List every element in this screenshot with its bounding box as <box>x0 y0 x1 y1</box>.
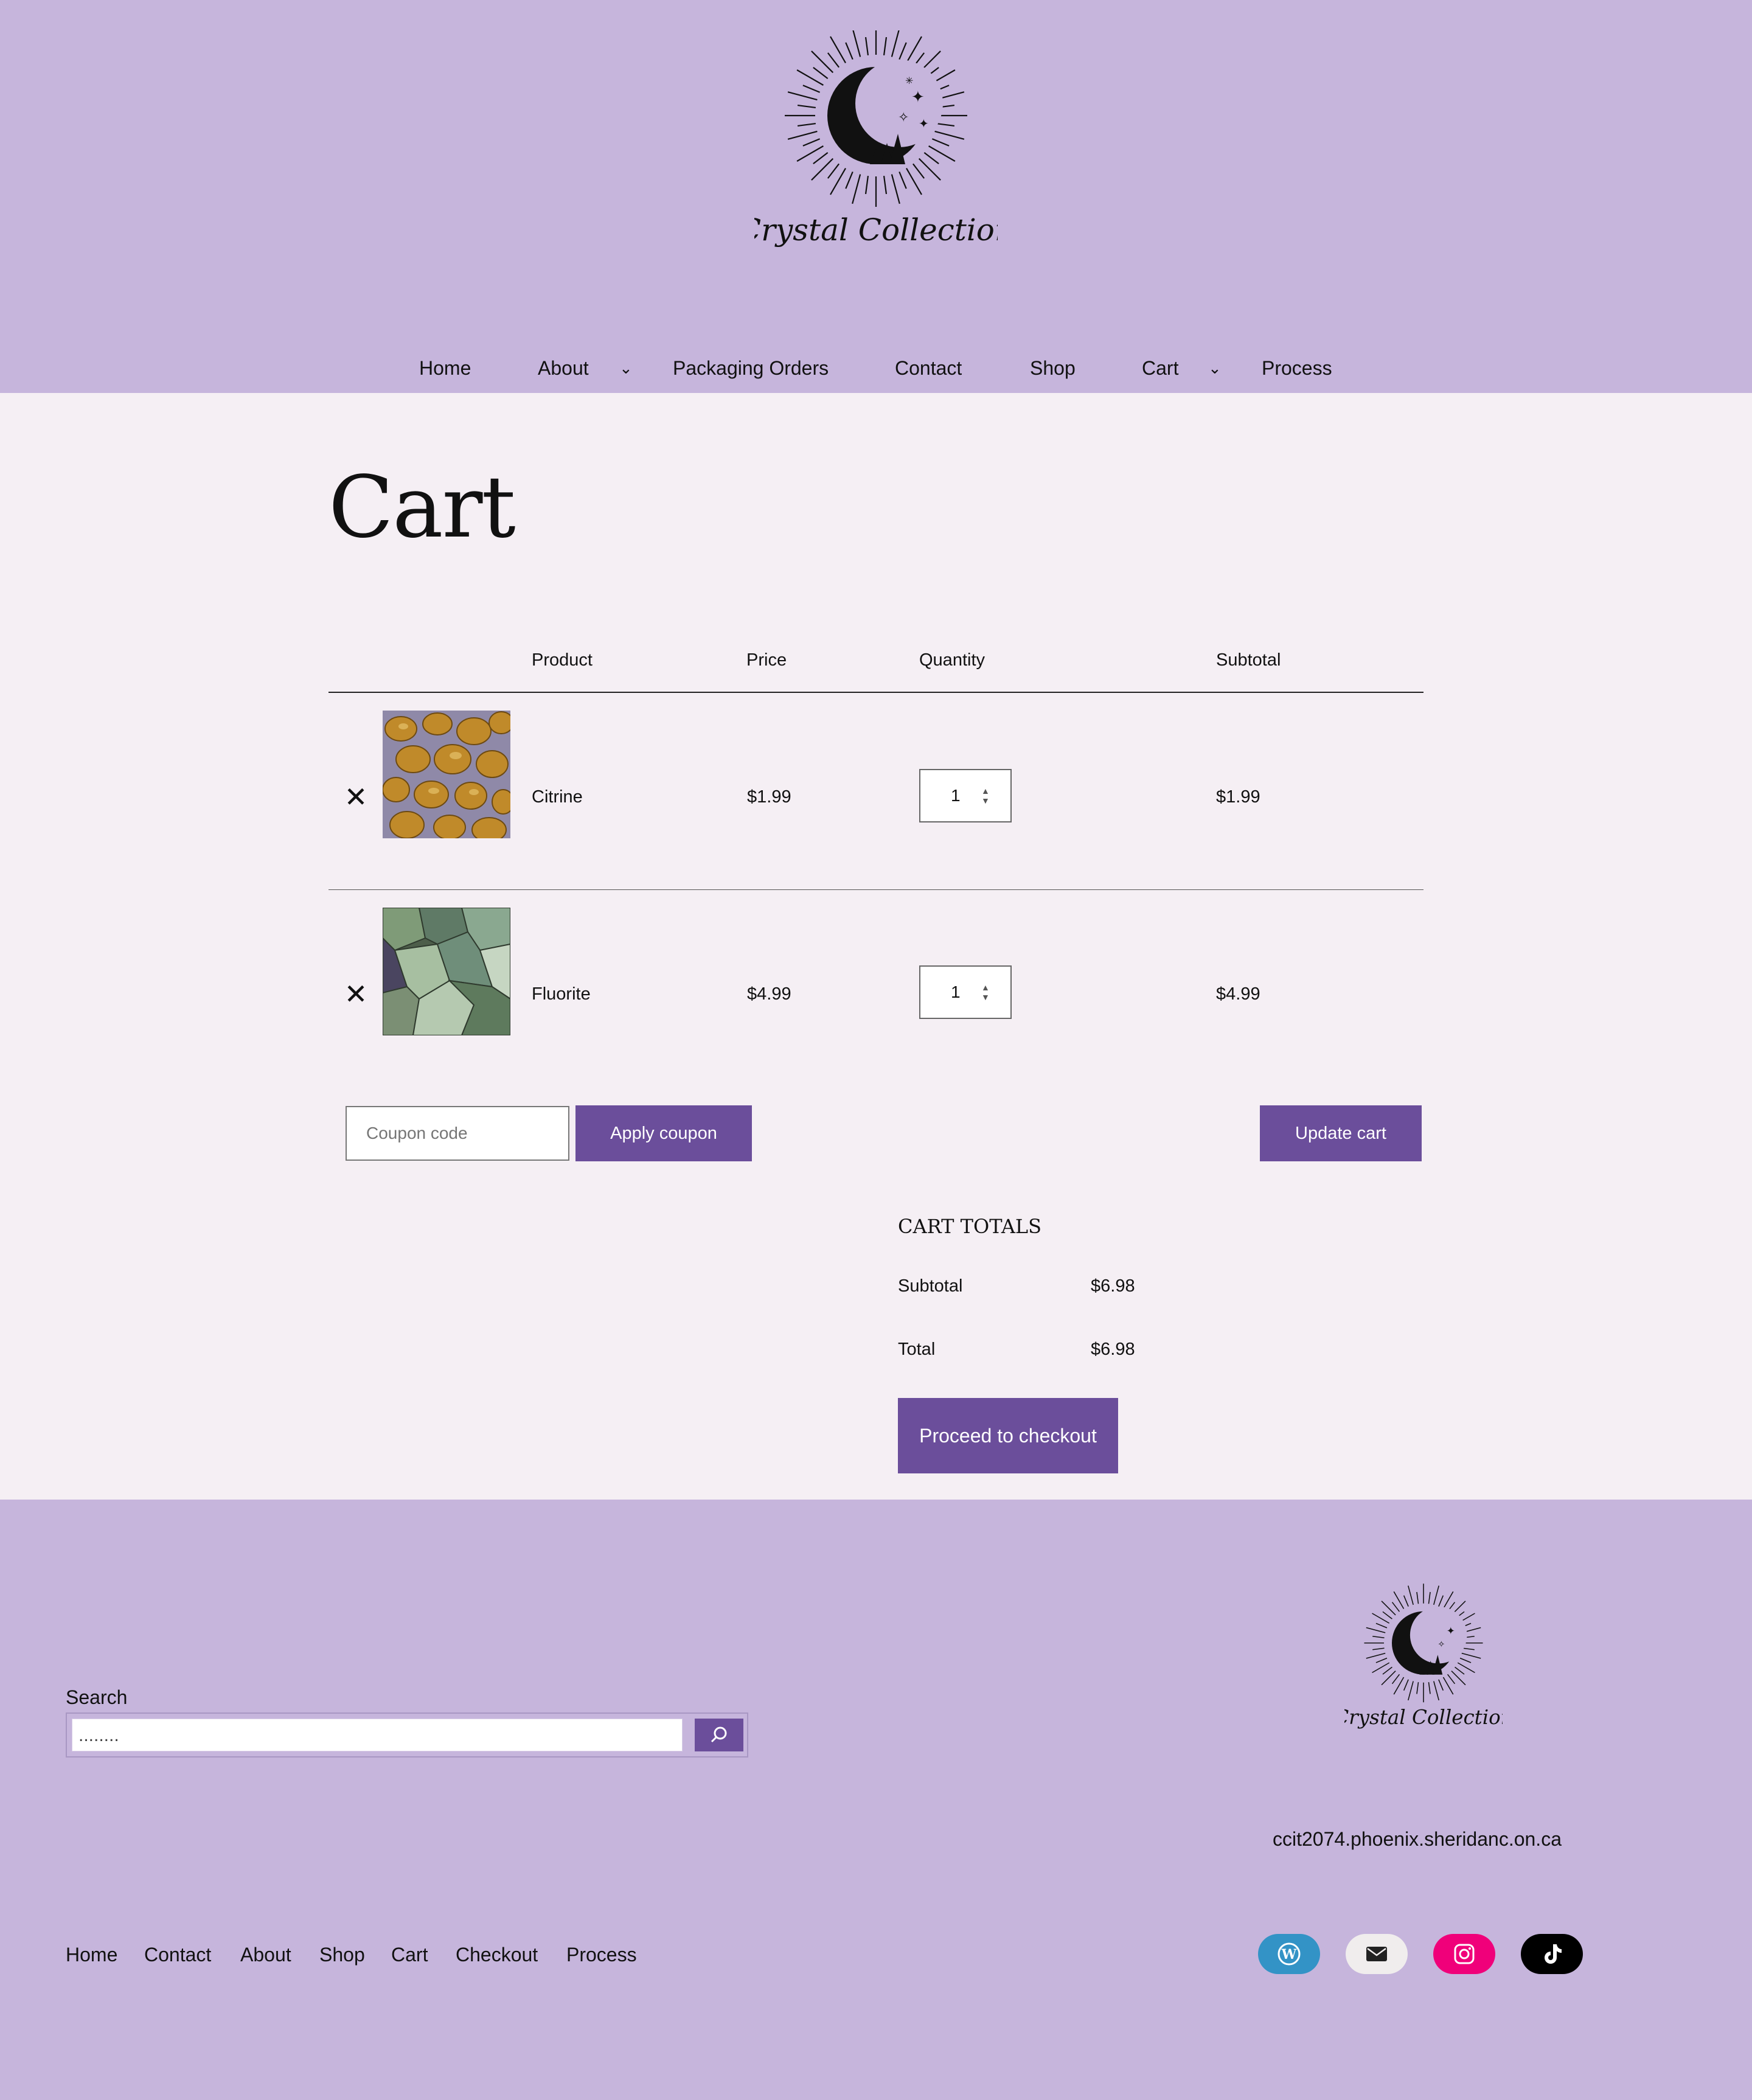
totals-total-label: Total <box>898 1340 936 1359</box>
col-header-subtotal: Subtotal <box>1216 650 1281 670</box>
product-subtotal: $4.99 <box>1216 984 1260 1004</box>
quantity-value[interactable]: 1 <box>951 784 961 808</box>
col-header-price: Price <box>746 650 787 670</box>
fluorite-thumbnail[interactable] <box>383 908 510 1035</box>
email-link[interactable] <box>1346 1934 1408 1974</box>
svg-text:Crystal Collection: Crystal Collection <box>754 212 998 248</box>
apply-coupon-button[interactable]: Apply coupon <box>575 1105 752 1161</box>
citrine-thumbnail[interactable] <box>383 711 510 838</box>
svg-text:✧: ✧ <box>898 110 909 125</box>
nav-process[interactable]: Process <box>1262 353 1332 383</box>
update-cart-button[interactable]: Update cart <box>1260 1105 1422 1161</box>
tiktok-icon <box>1545 1944 1562 1964</box>
svg-text:✳: ✳ <box>905 76 913 86</box>
product-subtotal: $1.99 <box>1216 787 1260 807</box>
nav-contact[interactable]: Contact <box>895 353 962 383</box>
row-divider <box>328 889 1423 890</box>
footer-nav-about[interactable]: About <box>240 1942 291 1967</box>
wordpress-link[interactable]: W <box>1258 1934 1320 1974</box>
table-header-divider <box>328 692 1423 693</box>
footer-nav-process[interactable]: Process <box>566 1942 637 1967</box>
svg-text:✦: ✦ <box>911 88 925 106</box>
totals-total-value: $6.98 <box>1091 1340 1135 1359</box>
svg-text:W: W <box>1281 1947 1297 1963</box>
footer-nav-shop[interactable]: Shop <box>319 1942 365 1967</box>
search-button[interactable] <box>695 1719 743 1751</box>
remove-item-icon[interactable]: ✕ <box>341 782 371 812</box>
product-name[interactable]: Fluorite <box>532 982 591 1006</box>
nav-packaging-orders[interactable]: Packaging Orders <box>673 353 829 383</box>
wordpress-icon: W <box>1278 1942 1301 1966</box>
site-url-link[interactable]: ccit2074.phoenix.sheridanc.on.ca <box>1273 1827 1562 1851</box>
spinner-arrows-icon[interactable]: ▲ ▼ <box>981 786 990 805</box>
cart-totals-heading: CART TOTALS <box>898 1215 1042 1238</box>
footer-nav-cart[interactable]: Cart <box>391 1942 428 1967</box>
nav-shop[interactable]: Shop <box>1030 353 1076 383</box>
search-form: ........ <box>66 1712 748 1758</box>
totals-subtotal-label: Subtotal <box>898 1276 963 1296</box>
footer-nav-home[interactable]: Home <box>66 1942 117 1967</box>
svg-text:✦: ✦ <box>919 117 929 131</box>
svg-text:Crystal Collection: Crystal Collection <box>1344 1706 1503 1729</box>
crystal-collection-logo-footer[interactable]: ✦ ✧ Crystal Collection <box>1344 1582 1503 1740</box>
nav-cart[interactable]: Cart <box>1142 353 1178 383</box>
mail-icon <box>1366 1947 1387 1961</box>
footer-nav-checkout[interactable]: Checkout <box>456 1942 538 1967</box>
search-input[interactable]: ........ <box>72 1719 683 1751</box>
site-header: ✦ ✦ ✧ ✳ Crystal Collection Home About ⌄ … <box>0 0 1752 393</box>
nav-about[interactable]: About <box>538 353 589 383</box>
quantity-stepper[interactable]: 1 ▲ ▼ <box>919 769 1012 822</box>
product-price: $4.99 <box>747 984 791 1004</box>
about-chevron-down-icon[interactable]: ⌄ <box>619 353 633 383</box>
instagram-link[interactable] <box>1433 1934 1495 1974</box>
svg-text:✧: ✧ <box>1437 1639 1445 1649</box>
svg-text:✦: ✦ <box>1447 1625 1455 1636</box>
spinner-arrows-icon[interactable]: ▲ ▼ <box>981 982 990 1002</box>
col-header-product: Product <box>532 650 593 670</box>
instagram-icon <box>1454 1944 1475 1964</box>
page-title: Cart <box>328 458 516 557</box>
product-price: $1.99 <box>747 787 791 807</box>
product-name[interactable]: Citrine <box>532 785 583 809</box>
col-header-quantity: Quantity <box>919 650 985 670</box>
totals-subtotal-value: $6.98 <box>1091 1276 1135 1296</box>
tiktok-link[interactable] <box>1521 1934 1583 1974</box>
quantity-stepper[interactable]: 1 ▲ ▼ <box>919 965 1012 1019</box>
search-icon <box>711 1726 727 1743</box>
proceed-to-checkout-button[interactable]: Proceed to checkout <box>898 1398 1118 1473</box>
main-nav: Home About ⌄ Packaging Orders Contact Sh… <box>0 353 1752 383</box>
search-label: Search <box>66 1686 128 1708</box>
crystal-collection-logo[interactable]: ✦ ✦ ✧ ✳ Crystal Collection <box>754 30 998 256</box>
coupon-code-input[interactable] <box>346 1106 569 1161</box>
footer-nav-contact[interactable]: Contact <box>144 1942 211 1967</box>
nav-home[interactable]: Home <box>419 353 471 383</box>
remove-item-icon[interactable]: ✕ <box>341 979 371 1009</box>
cart-chevron-down-icon[interactable]: ⌄ <box>1208 353 1222 383</box>
quantity-value[interactable]: 1 <box>951 980 961 1004</box>
